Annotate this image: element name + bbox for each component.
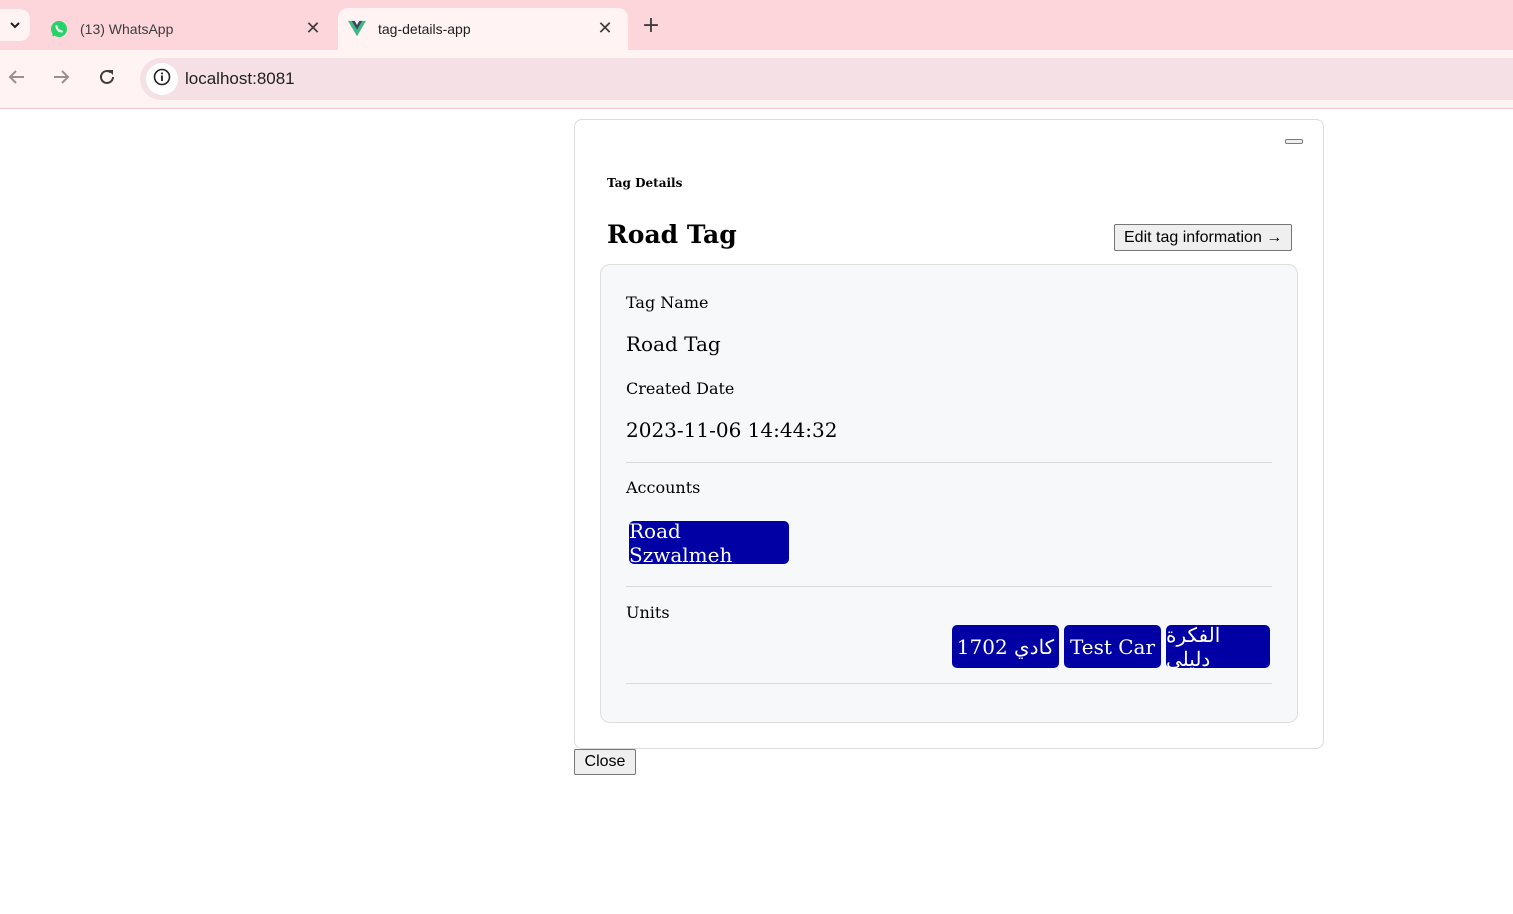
reload-button[interactable] <box>94 66 120 92</box>
site-info-button[interactable] <box>146 63 178 95</box>
close-icon[interactable]: ✕ <box>304 18 322 39</box>
tab-tag-details-app[interactable]: tag-details-app ✕ <box>338 8 628 50</box>
unit-chip[interactable]: الفكرة دليلي <box>1166 623 1270 671</box>
browser-toolbar: localhost:8081 <box>0 50 1513 109</box>
url-text: localhost:8081 <box>185 69 295 88</box>
close-icon[interactable]: ✕ <box>596 18 614 39</box>
tab-label: (13) WhatsApp <box>80 21 174 37</box>
chevron-down-icon <box>9 16 21 35</box>
reload-icon <box>98 68 116 90</box>
unit-chip[interactable]: 1702 كادي <box>952 625 1059 668</box>
plus-icon: + <box>641 12 661 38</box>
address-bar[interactable]: localhost:8081 <box>140 58 1513 100</box>
created-date-value: 2023-11-06 14:44:32 <box>626 418 838 442</box>
tag-name-label: Tag Name <box>626 293 709 312</box>
arrow-left-icon <box>8 68 26 90</box>
edit-tag-button[interactable]: Edit tag information → <box>1114 224 1293 251</box>
browser-tabstrip: (13) WhatsApp ✕ tag-details-app ✕ + <box>0 0 1513 50</box>
arrow-right-icon <box>52 68 70 90</box>
panel-subtitle: Tag Details <box>607 176 683 190</box>
tab-search-button[interactable] <box>0 9 30 41</box>
tag-info-card: Tag Name Road Tag Created Date 2023-11-0… <box>600 264 1298 723</box>
vue-icon <box>348 20 366 38</box>
tag-name-value: Road Tag <box>626 332 721 356</box>
forward-button[interactable] <box>48 66 74 92</box>
page-title: Road Tag <box>607 220 737 249</box>
divider <box>626 586 1272 587</box>
tag-details-panel: Tag Details Road Tag Edit tag informatio… <box>574 119 1324 749</box>
tab-label: tag-details-app <box>378 21 471 37</box>
info-icon <box>153 68 171 90</box>
created-date-label: Created Date <box>626 379 735 398</box>
accounts-label: Accounts <box>626 478 701 497</box>
back-button[interactable] <box>4 66 30 92</box>
divider <box>626 683 1272 684</box>
new-tab-button[interactable]: + <box>638 12 664 38</box>
unit-chip[interactable]: Test Car <box>1064 625 1161 668</box>
units-label: Units <box>626 603 670 622</box>
whatsapp-icon <box>50 20 68 38</box>
minimize-button[interactable] <box>1285 139 1303 144</box>
tab-whatsapp[interactable]: (13) WhatsApp ✕ <box>38 8 336 50</box>
divider <box>626 462 1272 463</box>
account-chip[interactable]: Road Szwalmeh <box>629 519 789 567</box>
close-button[interactable]: Close <box>574 749 636 775</box>
